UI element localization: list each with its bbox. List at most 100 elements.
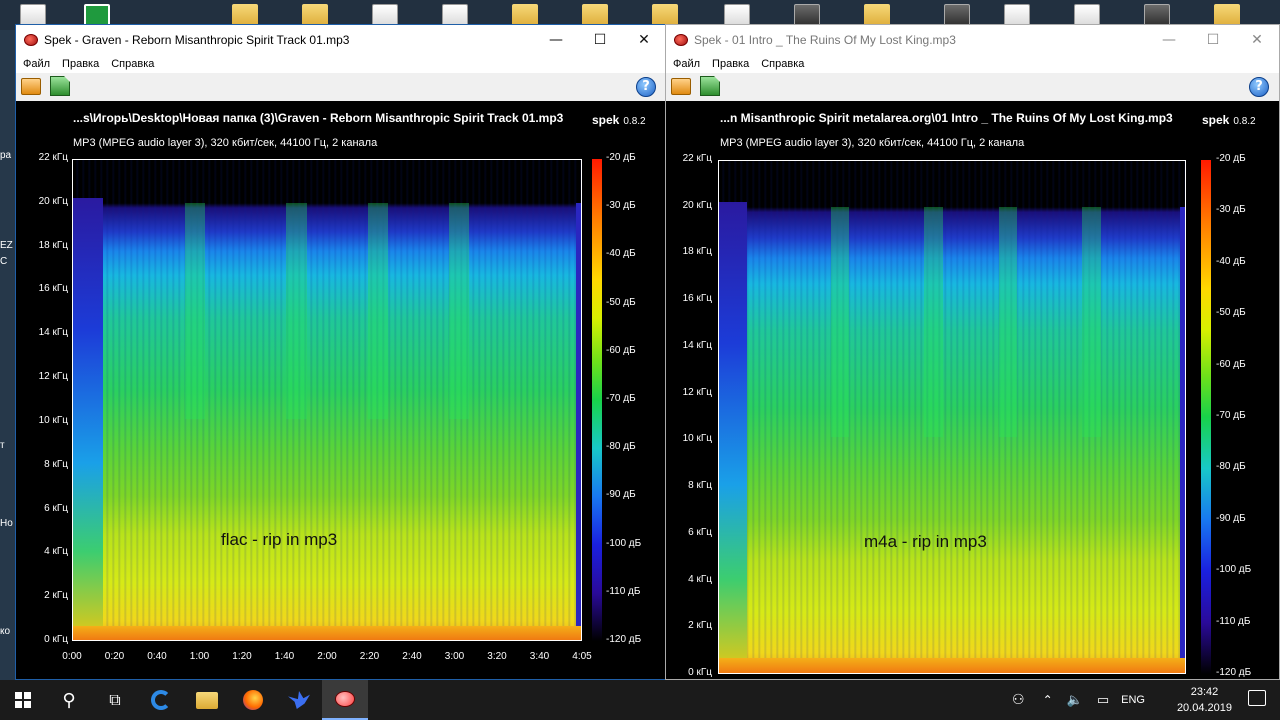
- maximize-button[interactable]: ☐: [578, 25, 622, 55]
- db-tick-label: -80 дБ: [1216, 461, 1246, 473]
- open-file-icon[interactable]: [671, 78, 691, 95]
- window-title: Spek - 01 Intro _ The Ruins Of My Lost K…: [694, 33, 956, 47]
- menu-edit[interactable]: Правка: [712, 58, 749, 70]
- frequency-tick-label: 0 кГц: [688, 667, 712, 678]
- spectrogram-panel: ...s\Игорь\Desktop\Новая папка (3)\Grave…: [16, 101, 666, 679]
- spek-app-icon: [674, 34, 688, 46]
- minimize-button[interactable]: —: [1147, 25, 1191, 55]
- spectrogram: m4a - rip in mp3: [718, 160, 1186, 674]
- save-icon[interactable]: [700, 76, 720, 96]
- db-tick-label: -20 дБ: [1216, 153, 1246, 164]
- frequency-tick-label: 8 кГц: [44, 458, 68, 470]
- frequency-tick-label: 18 кГц: [682, 246, 712, 258]
- time-tick-label: 1:20: [232, 651, 252, 662]
- spectrogram: flac - rip in mp3: [72, 159, 582, 641]
- chevron-up-icon[interactable]: ⌃: [1043, 693, 1053, 707]
- db-tick-label: -100 дБ: [1216, 564, 1252, 576]
- edge-button[interactable]: [138, 680, 184, 720]
- menu-file[interactable]: Файл: [23, 58, 50, 70]
- db-tick-label: -30 дБ: [606, 200, 636, 212]
- spek-brand: spek 0.8.2: [1202, 111, 1256, 129]
- menu-help[interactable]: Справка: [761, 58, 804, 70]
- spek-window-right[interactable]: Spek - 01 Intro _ The Ruins Of My Lost K…: [665, 24, 1280, 680]
- start-button[interactable]: [0, 680, 46, 720]
- close-button[interactable]: ✕: [1235, 25, 1279, 55]
- frequency-tick-label: 22 кГц: [682, 153, 712, 164]
- desktop-label: т: [0, 440, 5, 451]
- db-tick-label: -40 дБ: [606, 248, 636, 260]
- time-tick-label: 0:20: [104, 651, 125, 662]
- db-tick-label: -80 дБ: [606, 441, 636, 453]
- help-icon[interactable]: ?: [1249, 77, 1269, 97]
- spectrogram-annotation: flac - rip in mp3: [221, 530, 338, 549]
- db-tick-label: -100 дБ: [606, 537, 642, 549]
- menu-help[interactable]: Справка: [111, 58, 154, 70]
- frequency-tick-label: 14 кГц: [38, 327, 68, 339]
- time-tick-label: 4:05: [572, 651, 592, 662]
- speaker-icon[interactable]: 🔈: [1067, 693, 1083, 708]
- db-tick-label: -50 дБ: [1216, 307, 1246, 319]
- menu-file[interactable]: Файл: [673, 58, 700, 70]
- db-tick-label: -60 дБ: [606, 344, 636, 356]
- db-color-scale: [592, 159, 602, 641]
- desktop-label: ра: [0, 150, 12, 161]
- db-tick-label: -20 дБ: [606, 152, 636, 163]
- open-file-icon[interactable]: [21, 78, 41, 95]
- clock[interactable]: 23:42 20.04.2019: [1177, 684, 1232, 716]
- db-tick-label: -70 дБ: [1216, 410, 1246, 421]
- task-view-button[interactable]: ⧉: [92, 680, 138, 720]
- people-icon[interactable]: ⚇: [1012, 692, 1025, 708]
- search-button[interactable]: ⚲: [46, 680, 92, 720]
- frequency-tick-label: 20 кГц: [682, 199, 712, 211]
- windows-logo-icon: [15, 692, 31, 708]
- frequency-tick-label: 20 кГц: [38, 195, 68, 207]
- save-icon[interactable]: [50, 76, 70, 96]
- notification-icon[interactable]: [1248, 690, 1266, 706]
- desktop-label: Но: [0, 518, 13, 529]
- frequency-tick-label: 12 кГц: [38, 371, 68, 383]
- network-icon[interactable]: ▭: [1097, 693, 1109, 708]
- db-tick-label: -110 дБ: [1216, 615, 1251, 627]
- bird-app-icon: [288, 691, 310, 709]
- spek-brand: spek 0.8.2: [592, 111, 646, 129]
- bird-app-button[interactable]: [276, 680, 322, 720]
- maximize-button[interactable]: ☐: [1191, 25, 1235, 55]
- desktop-label: С: [0, 256, 8, 267]
- title-bar[interactable]: Spek - Graven - Reborn Misanthropic Spir…: [16, 25, 666, 55]
- minimize-button[interactable]: —: [534, 25, 578, 55]
- task-view-icon: ⧉: [109, 690, 121, 709]
- clock-time: 23:42: [1190, 686, 1219, 698]
- window-title: Spek - Graven - Reborn Misanthropic Spir…: [44, 33, 350, 47]
- help-icon[interactable]: ?: [636, 77, 656, 97]
- frequency-tick-label: 10 кГц: [38, 414, 68, 426]
- frequency-tick-label: 10 кГц: [682, 433, 712, 445]
- db-tick-label: -30 дБ: [1216, 204, 1246, 216]
- time-tick-label: 3:20: [487, 651, 507, 662]
- menu-bar: Файл Правка Справка: [16, 55, 666, 73]
- firefox-button[interactable]: [230, 680, 276, 720]
- db-tick-label: -120 дБ: [1216, 667, 1252, 678]
- language-indicator[interactable]: ENG: [1121, 694, 1145, 706]
- spectrogram-annotation: m4a - rip in mp3: [864, 532, 987, 551]
- spek-icon: [335, 691, 355, 707]
- file-explorer-button[interactable]: [184, 680, 230, 720]
- spek-window-left[interactable]: Spek - Graven - Reborn Misanthropic Spir…: [15, 24, 667, 680]
- frequency-tick-label: 0 кГц: [44, 634, 68, 645]
- menu-bar: Файл Правка Справка: [666, 55, 1279, 73]
- file-path: ...n Misanthropic Spirit metalarea.org\0…: [720, 111, 1173, 125]
- time-tick-label: 0:40: [147, 651, 167, 662]
- frequency-tick-label: 6 кГц: [44, 502, 68, 514]
- brand-name: spek: [592, 113, 620, 127]
- close-button[interactable]: ✕: [622, 25, 666, 55]
- frequency-tick-label: 2 кГц: [688, 620, 712, 632]
- search-icon: ⚲: [62, 689, 76, 711]
- frequency-tick-label: 4 кГц: [688, 573, 712, 585]
- time-tick-label: 2:20: [359, 651, 380, 662]
- title-bar[interactable]: Spek - 01 Intro _ The Ruins Of My Lost K…: [666, 25, 1279, 55]
- menu-edit[interactable]: Правка: [62, 58, 99, 70]
- time-tick-label: 1:00: [189, 651, 210, 662]
- db-color-scale: [1201, 160, 1211, 674]
- file-path: ...s\Игорь\Desktop\Новая папка (3)\Grave…: [73, 111, 564, 125]
- spek-taskbar-button[interactable]: [322, 680, 368, 720]
- db-tick-label: -90 дБ: [606, 489, 636, 501]
